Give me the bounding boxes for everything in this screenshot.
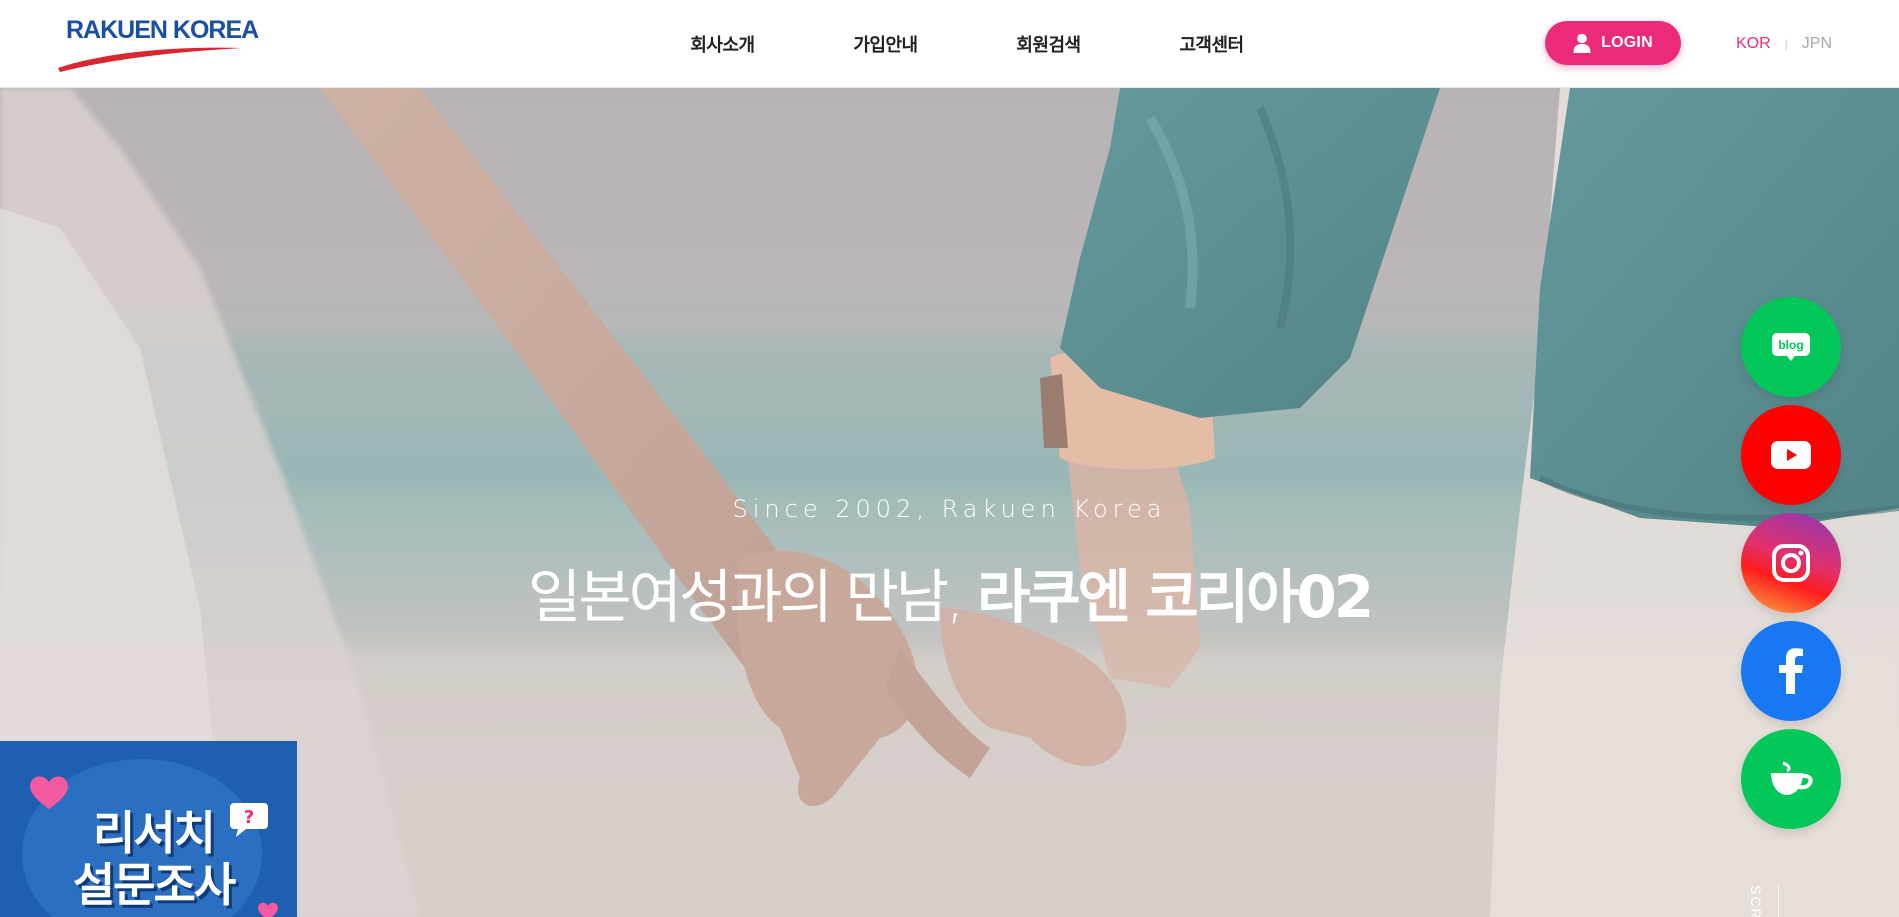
- main-navigation: 회사소개 가입안내 회원검색 고객센터: [641, 0, 1293, 88]
- instagram-link[interactable]: [1741, 513, 1841, 613]
- user-icon: [1573, 33, 1591, 53]
- facebook-icon: [1779, 648, 1803, 694]
- research-survey-banner[interactable]: ? 리서치 설문조사: [0, 741, 297, 917]
- lang-jpn-link[interactable]: JPN: [1802, 35, 1832, 53]
- facebook-link[interactable]: [1741, 621, 1841, 721]
- cafe-icon: [1771, 761, 1813, 795]
- blog-icon-text: blog: [1778, 338, 1803, 352]
- language-switcher: KOR | JPN: [1736, 0, 1832, 88]
- blog-icon: blog: [1772, 333, 1810, 361]
- hero-title-light: 일본여성과의 만남,: [527, 563, 978, 631]
- youtube-link[interactable]: [1741, 405, 1841, 505]
- logo-text: RAKUEN KOREA: [66, 16, 259, 44]
- youtube-icon: [1771, 441, 1811, 469]
- blog-link[interactable]: blog: [1741, 297, 1841, 397]
- hero-title-bold: 라쿠엔 코리아02: [977, 563, 1374, 631]
- logo-swoosh-icon: [58, 47, 242, 72]
- login-button[interactable]: LOGIN: [1545, 21, 1681, 65]
- site-header: RAKUEN KOREA 회사소개 가입안내 회원검색 고객센터 LOGIN K…: [0, 0, 1899, 88]
- site-logo[interactable]: RAKUEN KOREA: [56, 16, 259, 72]
- hero-title: 일본여성과의 만남, 라쿠엔 코리아02: [0, 550, 1899, 634]
- nav-item-company[interactable]: 회사소개: [641, 31, 804, 57]
- login-label: LOGIN: [1601, 34, 1653, 51]
- social-links: blog: [1741, 297, 1843, 837]
- lang-kor-link[interactable]: KOR: [1736, 35, 1771, 53]
- banner-title-line2: 설문조사: [72, 858, 236, 912]
- lang-separator: |: [1784, 37, 1788, 51]
- cafe-link[interactable]: [1741, 729, 1841, 829]
- nav-item-join-guide[interactable]: 가입안내: [804, 31, 967, 57]
- instagram-icon: [1772, 544, 1810, 582]
- nav-item-customer-center[interactable]: 고객센터: [1130, 31, 1293, 57]
- scroll-indicator-line: [1778, 886, 1779, 917]
- nav-item-member-search[interactable]: 회원검색: [967, 31, 1130, 57]
- hero-subtitle: Since 2002, Rakuen Korea: [732, 495, 1167, 523]
- scroll-indicator-label: SCROLL: [1748, 885, 1764, 917]
